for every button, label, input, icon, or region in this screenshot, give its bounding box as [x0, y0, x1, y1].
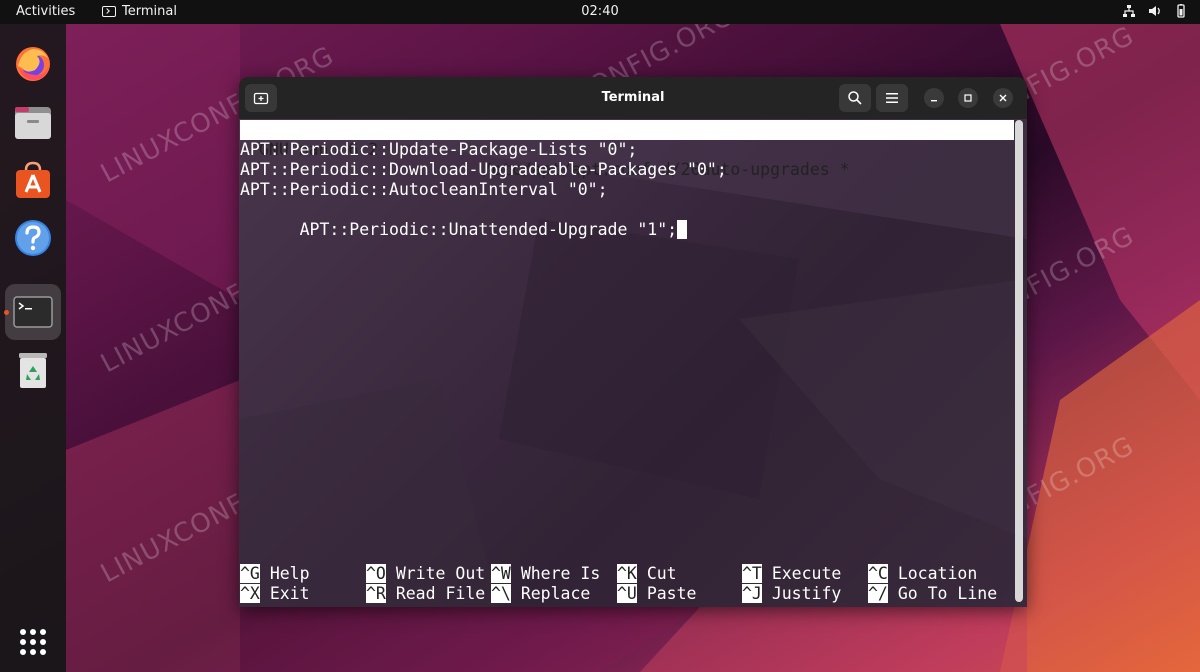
new-tab-icon — [253, 92, 269, 105]
scrollbar[interactable] — [1015, 120, 1023, 602]
file-line-with-cursor[interactable]: APT::Periodic::Unattended-Upgrade "1"; — [240, 200, 688, 239]
terminal-window: Terminal GNU nano 6.2 /etc/apt/apt.conf.… — [239, 77, 1027, 607]
dock-item-files[interactable] — [5, 94, 61, 150]
search-icon — [848, 91, 862, 105]
dock-item-help[interactable] — [5, 210, 61, 266]
shortcut-label: Paste — [646, 584, 697, 603]
dock — [0, 24, 66, 672]
shortcut-label: Execute — [771, 564, 842, 583]
shortcut-label: Cut — [646, 564, 677, 583]
clock-container: 02:40 — [0, 4, 1200, 19]
help-icon — [15, 220, 51, 256]
shortcut-key: ^/ — [868, 584, 888, 603]
shortcut-justify[interactable]: ^J Justify — [742, 584, 841, 604]
shortcut-key: ^\ — [491, 584, 511, 603]
shortcut-label: Write Out — [395, 564, 486, 583]
grid-icon — [20, 629, 46, 655]
files-icon — [15, 107, 51, 139]
network-icon — [1123, 5, 1135, 17]
minimize-button[interactable] — [924, 88, 944, 108]
shortcut-help[interactable]: ^G Help — [240, 564, 310, 584]
file-line[interactable]: APT::Periodic::Download-Upgradeable-Pack… — [240, 160, 727, 180]
shortcut-key: ^T — [742, 564, 762, 583]
top-bar: Activities Terminal 02:40 — [0, 0, 1200, 24]
shortcut-key: ^O — [366, 564, 386, 583]
shortcut-label: Justify — [771, 584, 842, 603]
shortcut-key: ^G — [240, 564, 260, 583]
shortcut-label: Help — [269, 564, 310, 583]
hamburger-menu-icon — [886, 93, 898, 103]
shortcut-cut[interactable]: ^K Cut — [617, 564, 677, 584]
window-titlebar[interactable]: Terminal — [239, 77, 1027, 119]
maximize-button[interactable] — [958, 88, 978, 108]
shortcut-exit[interactable]: ^X Exit — [240, 584, 310, 604]
file-line: APT::Periodic::Unattended-Upgrade "1"; — [299, 220, 678, 239]
dock-item-terminal[interactable] — [5, 284, 61, 340]
shortcut-label: Location — [897, 564, 978, 583]
shortcut-label: Go To Line — [897, 584, 998, 603]
shortcut-key: ^X — [240, 584, 260, 603]
file-line[interactable]: APT::Periodic::Update-Package-Lists "0"; — [240, 140, 637, 160]
maximize-icon — [964, 94, 972, 102]
search-button[interactable] — [839, 84, 871, 112]
shortcut-write-out[interactable]: ^O Write Out — [366, 564, 485, 584]
terminal-content[interactable]: GNU nano 6.2 /etc/apt/apt.conf.d/20auto-… — [239, 119, 1027, 607]
battery-icon — [1177, 4, 1185, 18]
new-tab-button[interactable] — [245, 84, 277, 112]
shortcut-location[interactable]: ^C Location — [868, 564, 977, 584]
app-menu-label: Terminal — [122, 4, 177, 19]
shortcut-execute[interactable]: ^T Execute — [742, 564, 841, 584]
shortcut-read-file[interactable]: ^R Read File — [366, 584, 485, 604]
shortcut-where-is[interactable]: ^W Where Is — [491, 564, 600, 584]
terminal-icon — [102, 6, 116, 17]
shortcut-key: ^U — [617, 584, 637, 603]
system-tray[interactable] — [1122, 4, 1188, 18]
software-icon — [16, 161, 50, 198]
window-title-container: Terminal — [239, 90, 1027, 105]
shortcut-label: Read File — [395, 584, 486, 603]
running-indicator — [4, 310, 9, 315]
shortcut-label: Replace — [520, 584, 591, 603]
shortcut-go-to-line[interactable]: ^/ Go To Line — [868, 584, 997, 604]
clock[interactable]: 02:40 — [581, 4, 618, 19]
activities-button[interactable]: Activities — [16, 4, 75, 19]
terminal-icon — [13, 296, 53, 328]
firefox-icon — [16, 47, 50, 81]
shortcut-replace[interactable]: ^\ Replace — [491, 584, 590, 604]
shortcut-key: ^W — [491, 564, 511, 583]
menu-button[interactable] — [876, 84, 908, 112]
trash-icon — [19, 353, 47, 388]
window-title: Terminal — [601, 90, 665, 105]
show-apps-button[interactable] — [5, 614, 61, 670]
shortcut-label: Exit — [269, 584, 310, 603]
shortcut-key: ^J — [742, 584, 762, 603]
shortcut-label: Where Is — [520, 564, 601, 583]
nano-header-bar: GNU nano 6.2 /etc/apt/apt.conf.d/20auto-… — [240, 120, 1014, 179]
minimize-icon — [931, 100, 937, 102]
close-icon — [999, 94, 1007, 102]
dock-item-software[interactable] — [5, 152, 61, 208]
shortcut-key: ^C — [868, 564, 888, 583]
dock-item-trash[interactable] — [5, 342, 61, 398]
shortcut-key: ^K — [617, 564, 637, 583]
close-button[interactable] — [993, 88, 1013, 108]
shortcut-key: ^R — [366, 584, 386, 603]
text-cursor — [677, 220, 688, 239]
dock-item-firefox[interactable] — [5, 36, 61, 92]
volume-icon — [1149, 6, 1160, 16]
app-menu[interactable]: Terminal — [102, 4, 177, 19]
shortcut-paste[interactable]: ^U Paste — [617, 584, 696, 604]
file-line[interactable]: APT::Periodic::AutocleanInterval "0"; — [240, 180, 608, 200]
